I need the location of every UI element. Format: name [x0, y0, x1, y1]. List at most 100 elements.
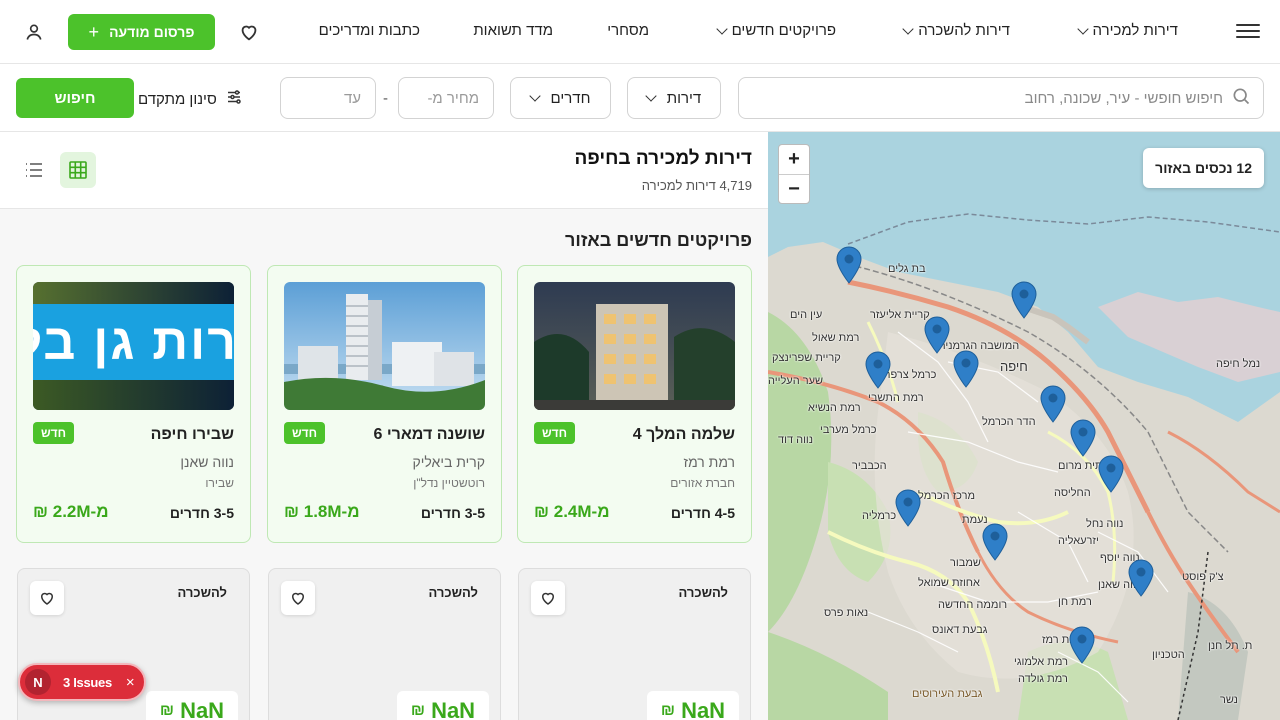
project-image — [284, 282, 485, 410]
map-pin-icon[interactable] — [865, 351, 891, 389]
project-card[interactable]: שושנה דמארי 6 חדש קרית ביאליק רוטשטיין נ… — [267, 265, 502, 543]
project-developer: שבירו — [205, 476, 234, 490]
map-label: בת גלים — [888, 263, 926, 275]
nav-label: פרויקטים חדשים — [731, 22, 836, 39]
nav-commercial[interactable]: מסחרי — [607, 22, 649, 39]
search-filter-bar: חיפוש חופשי - עיר, שכונה, רחוב דירות חדר… — [0, 64, 1280, 132]
chevron-down-icon — [528, 90, 541, 102]
search-button[interactable]: חיפוש — [16, 78, 134, 118]
map-label: חיפה — [1000, 359, 1028, 374]
map-pin-icon[interactable] — [982, 523, 1008, 561]
results-header: דירות למכירה בחיפה 4,719 דירות למכירה — [0, 132, 768, 209]
property-type-label: דירות — [666, 89, 702, 107]
map-pin-icon[interactable] — [1011, 281, 1037, 319]
project-neighborhood: רמת רמז — [683, 454, 735, 470]
zoom-out-button[interactable]: − — [779, 174, 809, 203]
search-placeholder: חיפוש חופשי - עיר, שכונה, רחוב — [1024, 89, 1223, 107]
issues-initial: N — [25, 669, 51, 695]
issues-indicator[interactable]: N 3 Issues × — [18, 663, 146, 701]
price-from-field[interactable]: מחיר מ- — [398, 77, 494, 119]
map-label: רמת אלמוגי — [1014, 656, 1068, 668]
project-price: מ-2.2M ₪ — [33, 502, 109, 521]
top-navigation-bar: דירות למכירה דירות להשכרה פרויקטים חדשים… — [0, 0, 1280, 64]
project-price: מ-1.8M ₪ — [284, 502, 360, 521]
heart-icon[interactable] — [281, 581, 315, 615]
map-label: הדר הכרמל — [982, 416, 1036, 428]
map-pin-icon[interactable] — [1040, 385, 1066, 423]
map-label: מרכז הכרמל — [918, 490, 976, 502]
heart-icon[interactable] — [30, 581, 64, 615]
map-label: קריית אליעזר — [870, 309, 930, 321]
nav-apartments-for-rent[interactable]: דירות להשכרה — [902, 22, 1010, 39]
price-to-placeholder: עד — [343, 89, 361, 107]
favorites-heart-icon[interactable] — [238, 21, 260, 43]
list-icon — [26, 163, 42, 177]
menu-icon[interactable] — [1236, 20, 1260, 44]
price-to-field[interactable]: עד — [280, 77, 376, 119]
plus-icon: + — [88, 21, 100, 42]
map-pin-icon[interactable] — [1069, 626, 1095, 664]
project-image-text: דירות גן בלב — [33, 314, 234, 370]
page-title: דירות למכירה בחיפה — [574, 148, 752, 169]
listing-price: NaN ₪ — [397, 691, 489, 720]
project-image — [534, 282, 735, 410]
map-view[interactable]: בת גלים קריית אליעזר עין הים רמת שאול המ… — [768, 132, 1280, 720]
free-search-input[interactable]: חיפוש חופשי - עיר, שכונה, רחוב — [738, 77, 1264, 119]
listing-type-label: להשכרה — [428, 585, 478, 600]
property-type-dropdown[interactable]: דירות — [627, 77, 721, 119]
rental-listing-card[interactable]: להשכרה NaN ₪ — [518, 568, 751, 720]
map-pin-icon[interactable] — [895, 489, 921, 527]
project-neighborhood: נווה שאנן — [180, 454, 234, 470]
rental-listing-card[interactable]: להשכרה NaN ₪ — [268, 568, 501, 720]
listing-price-value: NaN — [180, 698, 225, 720]
results-count: 4,719 דירות למכירה — [641, 178, 752, 193]
map-label: עין הים — [790, 309, 823, 321]
listing-price-value: NaN — [681, 698, 726, 720]
project-image: דירות גן בלב — [33, 282, 234, 410]
map-label: נמל חיפה — [1216, 358, 1261, 370]
rooms-dropdown[interactable]: חדרים — [510, 77, 611, 119]
advanced-filter-button[interactable]: סינון מתקדם — [138, 88, 243, 110]
new-badge: חדש — [33, 422, 75, 444]
map-pin-icon[interactable] — [1070, 419, 1096, 457]
nav-label: מסחרי — [607, 22, 649, 39]
map-pin-icon[interactable] — [836, 246, 862, 284]
heart-icon[interactable] — [531, 581, 565, 615]
nav-yield-index[interactable]: מדד תשואות — [473, 22, 553, 39]
project-rooms: 3-5 חדרים — [169, 505, 234, 521]
price-range-separator: - — [383, 90, 388, 107]
results-list-panel[interactable]: דירות למכירה בחיפה 4,719 דירות למכירה פר… — [0, 132, 768, 720]
sliders-icon — [225, 88, 243, 110]
new-badge: חדש — [534, 422, 576, 444]
nav-new-projects[interactable]: פרויקטים חדשים — [715, 22, 836, 39]
currency-symbol: ₪ — [410, 702, 426, 719]
nav-apartments-for-sale[interactable]: דירות למכירה — [1076, 22, 1178, 39]
project-developer: חברת אזורים — [670, 476, 735, 490]
zoom-in-button[interactable]: + — [779, 145, 809, 174]
map-pin-icon[interactable] — [1098, 455, 1124, 493]
search-icon — [1231, 86, 1251, 111]
nav-label: דירות למכירה — [1092, 22, 1178, 39]
nav-articles-guides[interactable]: כתבות ומדריכים — [319, 22, 420, 39]
listing-price: NaN ₪ — [146, 691, 238, 720]
project-card[interactable]: דירות גן בלב שבירו חיפה חדש נווה שאנן שב… — [16, 265, 251, 543]
map-label: הטכניון — [1152, 649, 1185, 661]
listing-type-label: להשכרה — [177, 585, 227, 600]
chevron-down-icon — [1076, 22, 1089, 35]
post-ad-button[interactable]: פרסום מודעה + — [68, 14, 215, 50]
map-pin-icon[interactable] — [953, 350, 979, 388]
map-pin-icon[interactable] — [1128, 559, 1154, 597]
price-from-placeholder: מחיר מ- — [427, 89, 479, 107]
list-view-button[interactable] — [18, 152, 50, 188]
user-icon[interactable] — [24, 22, 44, 42]
project-card[interactable]: שלמה המלך 4 חדש רמת רמז חברת אזורים 4-5 … — [517, 265, 752, 543]
map-pin-icon[interactable] — [924, 316, 950, 354]
map-label: רוממה החדשה — [938, 599, 1008, 611]
currency-symbol: ₪ — [660, 702, 676, 719]
map-label: נאות פרס — [824, 607, 869, 619]
close-icon[interactable]: × — [126, 674, 135, 691]
map-label: גבעת העירוסים — [912, 688, 983, 700]
map-label: החליסה — [1054, 487, 1091, 499]
grid-view-button[interactable] — [60, 152, 96, 188]
map-label: הכבביר — [852, 460, 887, 472]
